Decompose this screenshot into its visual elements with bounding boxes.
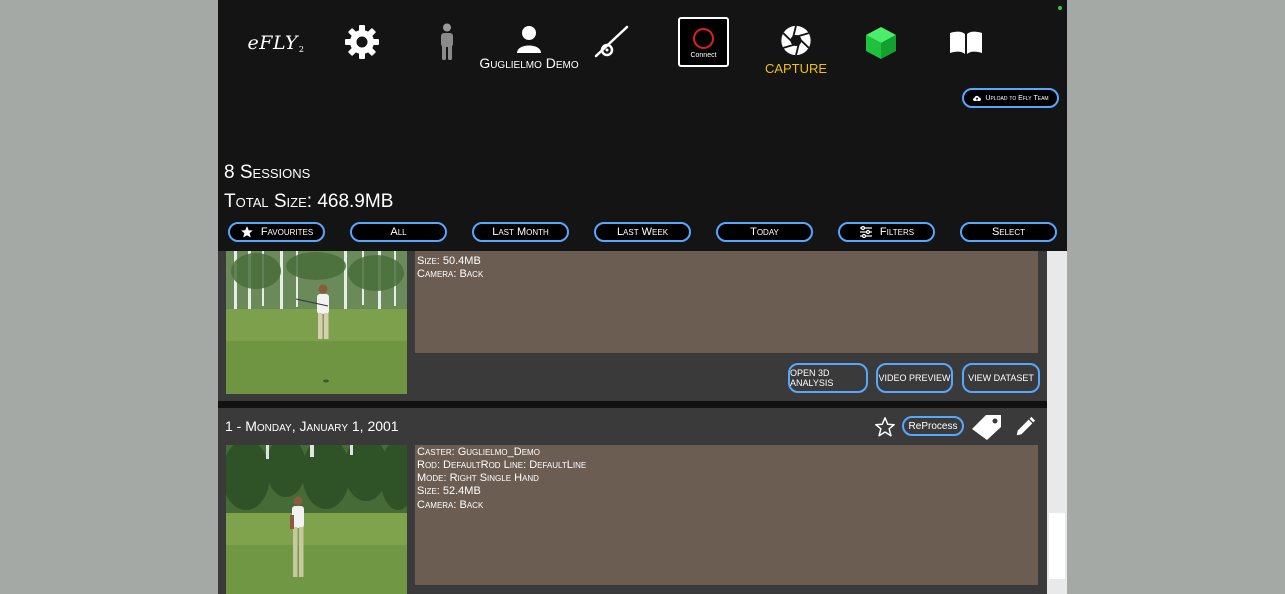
- video-preview-button[interactable]: VIDEO PREVIEW: [876, 363, 953, 393]
- session-rod: Rod: DefaultRod Line: DefaultLine: [417, 459, 587, 471]
- user-name: Guglielmo Demo: [479, 55, 579, 71]
- tag-icon: [972, 415, 1001, 440]
- video-thumbnail-image: [226, 251, 407, 394]
- app-window: eFLY 2 Guglielmo Demo Connect CAPTURE Up…: [218, 0, 1067, 594]
- filter-filters[interactable]: Filters: [838, 222, 935, 242]
- top-toolbar: eFLY 2 Guglielmo Demo Connect CAPTURE: [218, 0, 1067, 85]
- filter-label: Select: [991, 226, 1026, 238]
- reprocess-button[interactable]: ReProcess: [902, 416, 964, 436]
- session-list[interactable]: Size: 50.4MB Camera: Back OPEN 3D ANALYS…: [218, 251, 1047, 594]
- gear-icon: [345, 25, 379, 59]
- connect-button[interactable]: Connect: [678, 17, 729, 67]
- pencil-icon: [1016, 416, 1036, 436]
- filter-label: Filters: [879, 226, 915, 238]
- tag-button[interactable]: [970, 413, 1004, 441]
- fishing-rod-icon: [594, 25, 629, 58]
- session-info-panel: Caster: Guglielmo_Demo Rod: DefaultRod L…: [415, 445, 1038, 585]
- record-circle-icon: [693, 27, 714, 49]
- star-icon: [240, 226, 253, 238]
- filter-last-week[interactable]: Last Week: [594, 222, 691, 242]
- filter-bar: Favourites All Last Month Last Week Toda…: [228, 222, 1058, 242]
- sliders-icon: [859, 226, 872, 238]
- session-caster: Caster: Guglielmo_Demo: [417, 446, 540, 458]
- settings-button[interactable]: [342, 22, 382, 62]
- edit-button[interactable]: [1014, 416, 1036, 438]
- filter-label: Last Week: [616, 226, 669, 238]
- card-divider: [218, 401, 1047, 408]
- session-size: Size: 50.4MB: [417, 255, 481, 267]
- button-label: OPEN 3D ANALYSIS: [790, 368, 834, 388]
- session-count: 8 Sessions: [224, 162, 311, 183]
- filter-label: Today: [750, 226, 779, 238]
- session-card: 1 - Monday, January 1, 2001 ReProcess Ca…: [218, 408, 1047, 594]
- filter-label: Favourites: [260, 226, 314, 238]
- shutter-icon: [781, 25, 811, 56]
- button-label: VIDEO PREVIEW: [878, 373, 951, 383]
- cloud-upload-icon: [973, 95, 982, 101]
- scrollbar-thumb[interactable]: [1049, 513, 1065, 579]
- connect-label: Connect: [690, 51, 717, 59]
- list-scrollbar[interactable]: [1047, 251, 1067, 594]
- button-label: ReProcess: [908, 420, 958, 432]
- user-profile-button[interactable]: Guglielmo Demo: [476, 24, 582, 72]
- capture-button[interactable]: CAPTURE: [758, 24, 834, 76]
- cube-icon: [866, 27, 896, 59]
- filter-today[interactable]: Today: [716, 222, 813, 242]
- session-card: Size: 50.4MB Camera: Back OPEN 3D ANALYS…: [218, 251, 1047, 401]
- efly-logo[interactable]: eFLY 2: [247, 28, 305, 58]
- open-3d-analysis-button[interactable]: OPEN 3D ANALYSIS: [788, 363, 868, 393]
- figure-icon: [441, 23, 453, 60]
- favourite-button[interactable]: [874, 416, 896, 438]
- book-icon: [950, 31, 982, 55]
- view-dataset-button[interactable]: VIEW DATASET: [962, 363, 1040, 393]
- caster-figure-button[interactable]: [434, 22, 460, 62]
- capture-label: CAPTURE: [764, 61, 828, 76]
- filter-label: Last Month: [492, 226, 549, 238]
- 3d-view-button[interactable]: [863, 24, 899, 62]
- filter-favourites[interactable]: Favourites: [228, 222, 325, 242]
- star-outline-icon: [875, 417, 895, 437]
- filter-select[interactable]: Select: [960, 222, 1057, 242]
- filter-label: All: [390, 226, 407, 238]
- logo-subscript: 2: [298, 44, 305, 54]
- video-thumbnail-image: [226, 445, 407, 594]
- session-camera: Camera: Back: [417, 268, 484, 280]
- session-thumbnail[interactable]: [226, 445, 407, 594]
- filter-last-month[interactable]: Last Month: [472, 222, 569, 242]
- user-icon: [517, 26, 541, 53]
- total-size: Total Size: 468.9MB: [224, 191, 394, 212]
- session-mode: Mode: Right Single Hand: [417, 472, 539, 484]
- button-label: VIEW DATASET: [968, 373, 1034, 383]
- rod-button[interactable]: [590, 22, 632, 64]
- session-size: Size: 52.4MB: [417, 485, 481, 497]
- session-thumbnail[interactable]: [226, 251, 407, 394]
- logo-text: eFLY: [247, 32, 298, 54]
- session-camera: Camera: Back: [417, 499, 484, 511]
- session-info-panel: Size: 50.4MB Camera: Back: [415, 251, 1038, 353]
- upload-button[interactable]: Upload to Efly Team: [962, 88, 1059, 108]
- upload-label: Upload to Efly Team: [985, 94, 1049, 102]
- filter-all[interactable]: All: [350, 222, 447, 242]
- manual-button[interactable]: [946, 28, 986, 58]
- session-title: 1 - Monday, January 1, 2001: [225, 418, 399, 434]
